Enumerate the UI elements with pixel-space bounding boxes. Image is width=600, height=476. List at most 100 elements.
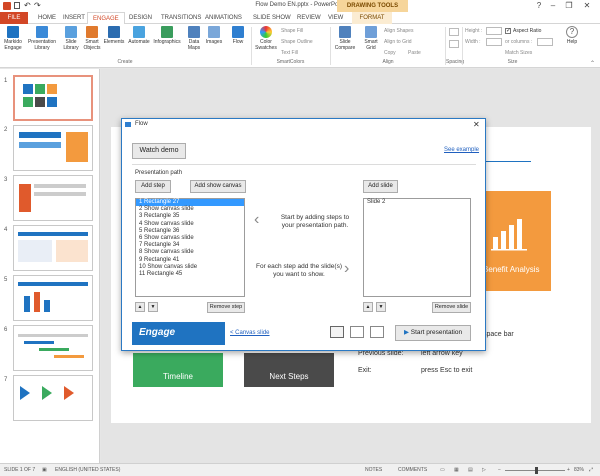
list-item[interactable]: 3 Rectangle 35 [136, 213, 244, 220]
spacing-vertical-icon[interactable] [449, 40, 459, 48]
slide-compare-button[interactable]: Slide Compare [333, 26, 357, 58]
shape-fill-button[interactable]: Shape Fill [281, 28, 303, 34]
zoom-in-icon[interactable]: + [567, 464, 570, 476]
color-swatches-button[interactable]: Color Swatches [253, 26, 279, 58]
align-to-grid-button[interactable]: Align to Grid [384, 39, 412, 45]
data-maps-button[interactable]: Data Maps [184, 26, 204, 58]
list-item[interactable]: 7 Rectangle 34 [136, 242, 244, 249]
spellcheck-icon[interactable]: ▣ [42, 464, 47, 476]
list-item[interactable]: 6 Show canvas slide [136, 235, 244, 242]
copy-button[interactable]: Copy [384, 50, 396, 56]
tab-design[interactable]: DESIGN [124, 12, 157, 24]
add-step-button[interactable]: Add step [135, 180, 171, 193]
close-icon[interactable]: ✕ [580, 0, 594, 12]
zoom-level[interactable]: 83% [574, 464, 584, 476]
presentation-library-button[interactable]: Presentation Library [27, 26, 57, 58]
zoom-slider-thumb[interactable] [535, 467, 538, 474]
start-presentation-button[interactable]: ▶ Start presentation [395, 325, 471, 341]
thumbnail-slide-5[interactable] [13, 275, 93, 321]
watch-demo-button[interactable]: Watch demo [132, 143, 186, 159]
markido-engage-button[interactable]: Markido Engage [2, 26, 24, 58]
steps-list[interactable]: 1 Rectangle 27 2 Show canvas slide 3 Rec… [135, 198, 245, 297]
remove-step-button[interactable]: Remove step [207, 302, 245, 313]
thumbnail-slide-4[interactable] [13, 225, 93, 271]
smart-grid-button[interactable]: Smart Grid [360, 26, 382, 58]
aspect-ratio-checkbox[interactable]: ✓ [505, 28, 511, 34]
height-input[interactable] [486, 27, 502, 35]
thumbnail-slide-1[interactable] [13, 75, 93, 121]
images-button[interactable]: Images [204, 26, 224, 58]
restore-icon[interactable]: ❐ [562, 0, 576, 12]
list-item[interactable]: 5 Rectangle 36 [136, 228, 244, 235]
slide-sorter-icon[interactable]: ▦ [454, 464, 459, 476]
text-fill-button[interactable]: Text Fill [281, 50, 298, 56]
monitor-dual-icon[interactable] [350, 326, 364, 338]
minimize-icon[interactable]: – [546, 0, 560, 12]
slide-move-down-button[interactable]: ▼ [376, 302, 386, 312]
remove-slide-button[interactable]: Remove slide [432, 302, 471, 313]
thumbnail-slide-3[interactable] [13, 175, 93, 221]
flow-button[interactable]: Flow [228, 26, 248, 58]
move-down-button[interactable]: ▼ [148, 302, 158, 312]
next-steps-tile[interactable]: Next Steps [244, 353, 334, 387]
automate-button[interactable]: Automate [126, 26, 152, 58]
thumbnail-slide-2[interactable] [13, 125, 93, 171]
thumbnail-slide-6[interactable] [13, 325, 93, 371]
spacing-horizontal-icon[interactable] [449, 28, 459, 36]
tab-engage[interactable]: ENGAGE [87, 12, 125, 24]
thumbnail-slide-7[interactable] [13, 375, 93, 421]
tab-insert[interactable]: INSERT [58, 12, 90, 24]
tab-file[interactable]: FILE [0, 12, 28, 24]
fit-slide-icon[interactable]: ⤢ [589, 464, 593, 476]
normal-view-icon[interactable]: ▭ [440, 464, 445, 476]
width-input[interactable] [486, 38, 502, 46]
infographics-button[interactable]: Infographics [152, 26, 182, 58]
language-indicator[interactable]: ENGLISH (UNITED STATES) [55, 464, 120, 476]
list-item[interactable]: 4 Show canvas slide [136, 221, 244, 228]
match-sizes-button[interactable]: Match Sizes [505, 50, 532, 56]
tab-view[interactable]: VIEW [323, 12, 348, 24]
monitor-icon[interactable] [330, 326, 344, 338]
notes-button[interactable]: NOTES [365, 464, 382, 476]
tab-animations[interactable]: ANIMATIONS [200, 12, 247, 24]
elements-button[interactable]: Elements [103, 26, 125, 58]
collapse-ribbon-icon[interactable]: ⌃ [590, 60, 595, 67]
list-item[interactable]: 1 Rectangle 27 [136, 199, 244, 207]
list-item[interactable]: Slide 2 [364, 199, 470, 206]
slide-move-up-button[interactable]: ▲ [363, 302, 373, 312]
list-item[interactable]: 2 Show canvas slide [136, 206, 244, 213]
list-item[interactable]: 11 Rectangle 45 [136, 271, 244, 278]
help-button[interactable]: ? Help [563, 26, 581, 58]
slideshow-view-icon[interactable]: ▷ [482, 464, 486, 476]
dialog-close-icon[interactable]: ✕ [473, 119, 480, 130]
paste-button[interactable]: Paste [408, 50, 421, 56]
smart-objects-button[interactable]: Smart Objects [82, 26, 102, 58]
tab-review[interactable]: REVIEW [292, 12, 326, 24]
tab-format[interactable]: FORMAT [352, 12, 392, 24]
list-item[interactable]: 10 Show canvas slide [136, 264, 244, 271]
help-icon[interactable]: ? [532, 0, 546, 12]
thumb-bar [19, 132, 61, 138]
align-shapes-button[interactable]: Align Shapes [384, 28, 413, 34]
list-item[interactable]: 9 Rectangle 41 [136, 257, 244, 264]
canvas-slide-link[interactable]: < Canvas slide [230, 330, 270, 336]
list-item[interactable]: 8 Show canvas slide [136, 249, 244, 256]
group-divider [462, 27, 463, 65]
columns-input[interactable] [537, 38, 553, 46]
slide-library-button[interactable]: Slide Library [60, 26, 82, 58]
tab-home[interactable]: HOME [33, 12, 61, 24]
add-show-canvas-button[interactable]: Add show canvas [190, 180, 246, 193]
comments-button[interactable]: COMMENTS [398, 464, 427, 476]
slides-list[interactable]: Slide 2 [363, 198, 471, 297]
see-example-link[interactable]: See example [444, 147, 479, 153]
tab-transitions[interactable]: TRANSITIONS [156, 12, 206, 24]
timeline-tile[interactable]: Timeline [133, 353, 223, 387]
tab-slide-show[interactable]: SLIDE SHOW [248, 12, 296, 24]
add-slide-button[interactable]: Add slide [363, 180, 398, 193]
zoom-out-icon[interactable]: − [498, 464, 501, 476]
move-up-button[interactable]: ▲ [135, 302, 145, 312]
infographics-icon [161, 26, 173, 38]
monitor-presenter-icon[interactable] [370, 326, 384, 338]
shape-outline-button[interactable]: Shape Outline [281, 39, 313, 45]
reading-view-icon[interactable]: ▤ [468, 464, 473, 476]
